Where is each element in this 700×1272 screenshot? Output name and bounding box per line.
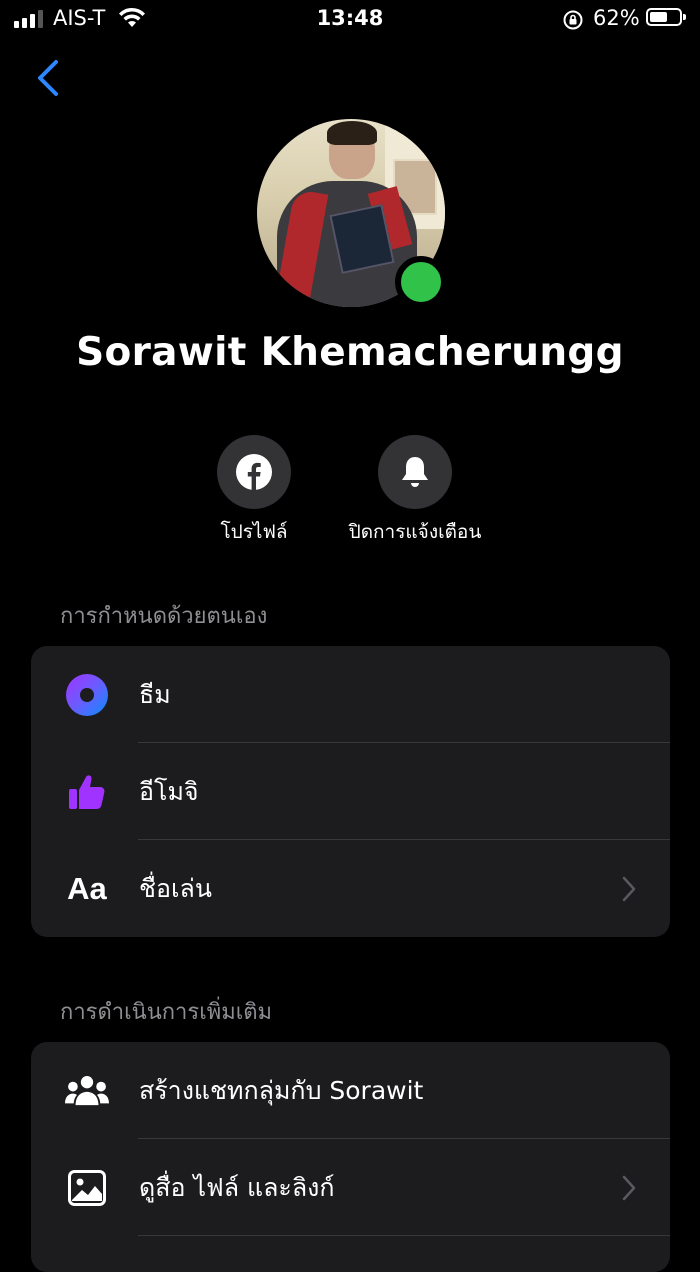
more-actions-section-title: การดำเนินการเพิ่มเติม <box>60 1000 273 1025</box>
chevron-right-icon <box>622 1175 636 1200</box>
facebook-icon <box>236 454 272 490</box>
customize-section-title: การกำหนดด้วยตนเอง <box>60 604 268 629</box>
create-group-label: สร้างแชทกลุ่มกับ Sorawit <box>139 1075 424 1105</box>
emoji-label: อีโมจิ <box>139 776 199 806</box>
mute-action-label: ปิดการแจ้งเตือน <box>348 521 482 543</box>
profile-action-label: โปรไฟล์ <box>220 521 288 543</box>
chevron-left-icon <box>38 60 58 96</box>
status-bar: AIS-T 13:48 62% <box>0 0 700 40</box>
bell-icon <box>402 457 428 487</box>
chevron-right-icon <box>622 876 636 901</box>
battery-icon <box>646 8 686 26</box>
online-status-indicator <box>395 256 447 308</box>
profile-action[interactable]: โปรไฟล์ <box>179 435 329 547</box>
customize-card: ธีม อีโมจิ Aa ชื่อเล่น <box>31 646 670 937</box>
aa-text-icon: Aa <box>67 870 107 906</box>
mute-button[interactable] <box>378 435 452 509</box>
emoji-row[interactable]: อีโมจิ <box>31 743 670 840</box>
profile-button[interactable] <box>217 435 291 509</box>
create-group-row[interactable]: สร้างแชทกลุ่มกับ Sorawit <box>31 1042 670 1139</box>
image-icon <box>65 1166 109 1210</box>
nickname-row[interactable]: Aa ชื่อเล่น <box>31 840 670 937</box>
view-media-label: ดูสื่อ ไฟล์ และลิงก์ <box>139 1172 335 1202</box>
battery-percent: 62% <box>593 6 640 30</box>
nickname-label: ชื่อเล่น <box>139 873 212 903</box>
group-icon <box>65 1069 109 1113</box>
theme-label: ธีม <box>139 679 171 709</box>
thumbs-up-icon <box>65 770 109 814</box>
back-button[interactable] <box>32 58 64 98</box>
view-media-row[interactable]: ดูสื่อ ไฟล์ และลิงก์ <box>31 1139 670 1236</box>
more-actions-card: สร้างแชทกลุ่มกับ Sorawit ดูสื่อ ไฟล์ และ… <box>31 1042 670 1272</box>
theme-icon <box>65 673 109 717</box>
rotation-lock-icon <box>563 10 583 30</box>
theme-row[interactable]: ธีม <box>31 646 670 743</box>
mute-action[interactable]: ปิดการแจ้งเตือน <box>340 435 490 547</box>
profile-name: Sorawit Khemacherungg <box>76 330 624 375</box>
